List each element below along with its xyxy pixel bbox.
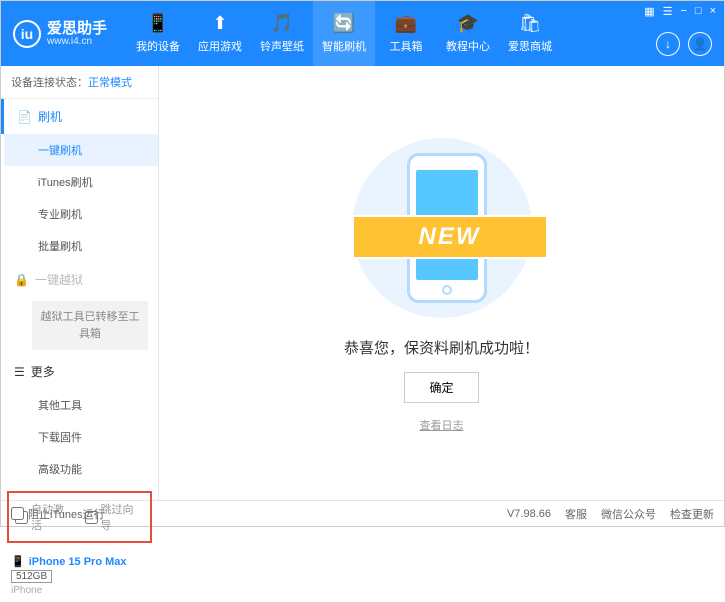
header-bar: iu 爱思助手 www.i4.cn 📱我的设备⬆应用游戏🎵铃声壁纸🔄智能刷机💼工… (1, 1, 724, 66)
top-nav-智能刷机[interactable]: 🔄智能刷机 (313, 1, 375, 66)
footer-link-support[interactable]: 客服 (565, 506, 587, 522)
nav-icon: 📱 (147, 13, 169, 34)
maximize-icon[interactable]: □ (695, 5, 702, 18)
app-title: 爱思助手 (47, 21, 107, 36)
phone-icon: 📱 (11, 555, 25, 568)
sidebar-item-iTunes刷机[interactable]: iTunes刷机 (4, 166, 158, 198)
logo-area: iu 爱思助手 www.i4.cn (13, 20, 107, 48)
user-button[interactable]: 👤 (688, 32, 712, 56)
sidebar-group-more[interactable]: ☰ 更多 (4, 354, 158, 389)
top-nav-教程中心[interactable]: 🎓教程中心 (437, 1, 499, 66)
main-content: NEW 恭喜您，保资料刷机成功啦！ 确定 查看日志 (159, 66, 724, 500)
nav-icon: 🎵 (271, 13, 293, 34)
app-url: www.i4.cn (47, 36, 107, 47)
top-nav-工具箱[interactable]: 💼工具箱 (375, 1, 437, 66)
success-illustration: NEW (342, 133, 542, 323)
close-icon[interactable]: × (710, 5, 716, 18)
sidebar-item-专业刷机[interactable]: 专业刷机 (4, 198, 158, 230)
nav-icon: 🎓 (457, 13, 479, 34)
cart-icon[interactable]: ▦ (644, 5, 654, 18)
version-label: V7.98.66 (507, 508, 551, 520)
ok-button[interactable]: 确定 (404, 372, 478, 403)
download-button[interactable]: ↓ (656, 32, 680, 56)
nav-icon: 🔄 (333, 13, 355, 34)
device-info: 📱iPhone 15 Pro Max 512GB iPhone (1, 549, 158, 602)
view-log-link[interactable]: 查看日志 (420, 417, 464, 433)
sidebar-item-一键刷机[interactable]: 一键刷机 (4, 134, 158, 166)
top-nav-铃声壁纸[interactable]: 🎵铃声壁纸 (251, 1, 313, 66)
nav-icon: ⬆ (212, 13, 227, 34)
sidebar-item-高级功能[interactable]: 高级功能 (4, 453, 158, 485)
logo-icon: iu (13, 20, 41, 48)
sidebar-item-批量刷机[interactable]: 批量刷机 (4, 230, 158, 262)
top-nav: 📱我的设备⬆应用游戏🎵铃声壁纸🔄智能刷机💼工具箱🎓教程中心🛍爱思商城 (127, 1, 561, 66)
minimize-icon[interactable]: − (680, 5, 686, 18)
device-type: iPhone (11, 585, 148, 596)
footer-link-wechat[interactable]: 微信公众号 (601, 506, 656, 522)
window-controls: ▦ ☰ − □ × (644, 5, 716, 18)
menu-icon[interactable]: ☰ (663, 5, 673, 18)
jailbreak-note: 越狱工具已转移至工具箱 (32, 301, 148, 350)
device-status: 设备连接状态：正常模式 (1, 66, 158, 99)
nav-icon: 💼 (395, 13, 417, 34)
device-storage: 512GB (11, 570, 52, 583)
block-itunes-checkbox[interactable]: 阻止iTunes运行 (11, 506, 105, 522)
new-banner: NEW (352, 215, 548, 259)
sidebar-group-flash[interactable]: 📄 刷机 (1, 99, 158, 134)
lock-icon: 🔒 (14, 273, 29, 287)
footer-link-update[interactable]: 检查更新 (670, 506, 714, 522)
sidebar: 设备连接状态：正常模式 📄 刷机 一键刷机iTunes刷机专业刷机批量刷机 🔒 … (1, 66, 159, 500)
top-nav-应用游戏[interactable]: ⬆应用游戏 (189, 1, 251, 66)
success-message: 恭喜您，保资料刷机成功啦！ (344, 337, 539, 358)
nav-icon: 🛍 (519, 13, 542, 34)
top-nav-我的设备[interactable]: 📱我的设备 (127, 1, 189, 66)
top-nav-爱思商城[interactable]: 🛍爱思商城 (499, 1, 561, 66)
document-icon: 📄 (17, 110, 32, 124)
sidebar-group-jailbreak[interactable]: 🔒 一键越狱 (4, 262, 158, 297)
sidebar-item-其他工具[interactable]: 其他工具 (4, 389, 158, 421)
sidebar-item-下载固件[interactable]: 下载固件 (4, 421, 158, 453)
list-icon: ☰ (14, 365, 25, 379)
